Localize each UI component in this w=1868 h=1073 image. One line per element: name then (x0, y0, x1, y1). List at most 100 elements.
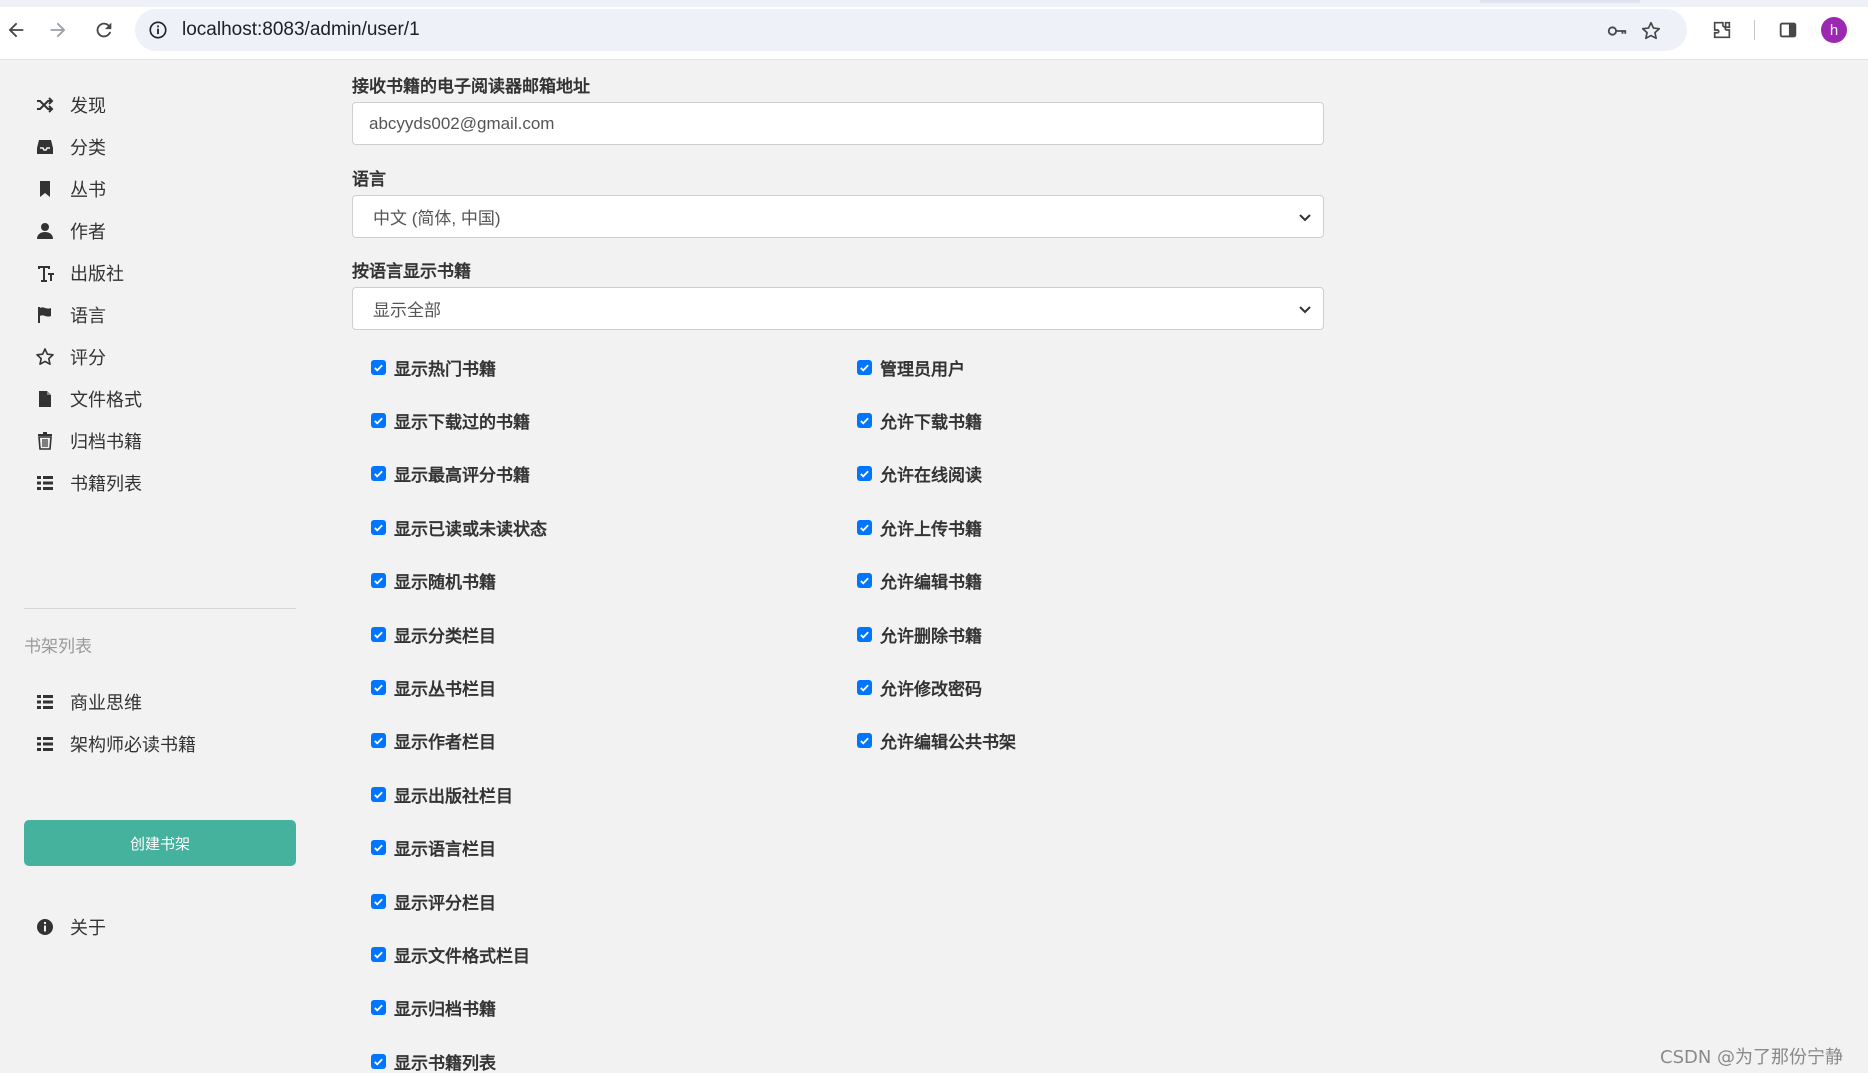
checkbox-row[interactable]: 允许修改密码 (857, 673, 982, 701)
checkbox-row[interactable]: 管理员用户 (857, 353, 965, 381)
forward-icon[interactable] (42, 14, 74, 46)
checkbox-checked[interactable] (371, 893, 386, 909)
checkbox-checked[interactable] (371, 679, 386, 695)
reload-icon[interactable] (88, 14, 120, 46)
checkbox-row[interactable]: 显示热门书籍 (371, 353, 496, 381)
sidebar-item-series[interactable]: 丛书 (34, 174, 106, 204)
sidebar-item-about[interactable]: 关于 (34, 912, 106, 942)
checkbox-checked[interactable] (371, 786, 386, 802)
sidebar-item-label: 出版社 (70, 264, 124, 285)
checkbox-row[interactable]: 允许上传书籍 (857, 513, 982, 541)
checkbox-checked[interactable] (857, 626, 872, 642)
language-label: 语言 (352, 170, 386, 190)
site-info-icon[interactable] (147, 19, 169, 41)
checkbox-row[interactable]: 允许编辑公共书架 (857, 727, 1016, 755)
sidebar-item-archived[interactable]: 归档书籍 (34, 426, 142, 456)
shelf-label: 架构师必读书籍 (70, 735, 196, 756)
checkbox-row[interactable]: 允许下载书籍 (857, 406, 982, 434)
sidebar-item-ratings[interactable]: 评分 (34, 342, 106, 372)
checkbox-checked[interactable] (371, 466, 386, 482)
checkbox-row[interactable]: 显示丛书栏目 (371, 673, 496, 701)
checkbox-checked[interactable] (857, 679, 872, 695)
sidebar-item-languages[interactable]: 语言 (34, 300, 106, 330)
checkbox-checked[interactable] (371, 359, 386, 375)
checkbox-checked[interactable] (857, 466, 872, 482)
shuffle-icon (34, 94, 56, 116)
language-select[interactable]: 中文 (简体, 中国) (352, 195, 1324, 238)
checkbox-checked[interactable] (857, 573, 872, 589)
email-field[interactable]: abcyyds002@gmail.com (352, 102, 1324, 145)
checkbox-checked[interactable] (857, 412, 872, 428)
checkbox-label: 显示热门书籍 (394, 359, 496, 380)
checkbox-row[interactable]: 显示出版社栏目 (371, 780, 513, 808)
checkbox-label: 显示书籍列表 (394, 1053, 496, 1073)
checkbox-checked[interactable] (371, 1000, 386, 1016)
checkbox-label: 允许下载书籍 (880, 412, 982, 433)
checkbox-checked[interactable] (857, 519, 872, 535)
checkbox-row[interactable]: 显示语言栏目 (371, 834, 496, 862)
list-icon (34, 733, 56, 755)
sidebar-item-categories[interactable]: 分类 (34, 132, 106, 162)
checkbox-row[interactable]: 显示随机书籍 (371, 567, 496, 595)
checkbox-label: 允许删除书籍 (880, 626, 982, 647)
sidebar-item-label: 归档书籍 (70, 432, 142, 453)
checkbox-checked[interactable] (371, 412, 386, 428)
email-value: abcyyds002@gmail.com (369, 113, 555, 133)
checkbox-label: 显示作者栏目 (394, 733, 496, 754)
sidebar-item-label: 语言 (70, 306, 106, 327)
back-icon[interactable] (0, 14, 32, 46)
bookmark-star-icon[interactable] (1639, 19, 1663, 43)
checkbox-row[interactable]: 允许删除书籍 (857, 620, 982, 648)
sidebar-item-discover[interactable]: 发现 (34, 90, 106, 120)
checkbox-checked[interactable] (857, 359, 872, 375)
checkbox-row[interactable]: 显示书籍列表 (371, 1047, 496, 1073)
extensions-icon[interactable] (1706, 14, 1738, 46)
checkbox-checked[interactable] (371, 946, 386, 962)
book-language-label: 按语言显示书籍 (352, 262, 471, 282)
checkbox-checked[interactable] (371, 733, 386, 749)
shelves-heading: 书架列表 (24, 637, 92, 657)
file-icon (34, 388, 56, 410)
checkbox-row[interactable]: 允许在线阅读 (857, 460, 982, 488)
checkbox-label: 显示丛书栏目 (394, 679, 496, 700)
side-panel-icon[interactable] (1772, 14, 1804, 46)
checkbox-row[interactable]: 显示作者栏目 (371, 727, 496, 755)
bookmark-icon (34, 178, 56, 200)
sidebar-item-publishers[interactable]: 出版社 (34, 258, 124, 288)
checkbox-checked[interactable] (371, 840, 386, 856)
language-selected-value: 中文 (简体, 中国) (373, 209, 501, 228)
toolbar-separator (1754, 20, 1755, 40)
book-language-select[interactable]: 显示全部 (352, 287, 1324, 330)
checkbox-row[interactable]: 显示归档书籍 (371, 994, 496, 1022)
checkbox-row[interactable]: 显示评分栏目 (371, 887, 496, 915)
checkbox-label: 显示归档书籍 (394, 1000, 496, 1021)
checkbox-checked[interactable] (857, 733, 872, 749)
sidebar-item-formats[interactable]: 文件格式 (34, 384, 142, 414)
sidebar-item-label: 丛书 (70, 180, 106, 201)
checkbox-checked[interactable] (371, 519, 386, 535)
checkbox-row[interactable]: 显示最高评分书籍 (371, 460, 530, 488)
checkbox-row[interactable]: 显示下载过的书籍 (371, 406, 530, 434)
checkbox-row[interactable]: 显示分类栏目 (371, 620, 496, 648)
checkbox-row[interactable]: 显示文件格式栏目 (371, 940, 530, 968)
shelf-label: 商业思维 (70, 693, 142, 714)
checkbox-checked[interactable] (371, 1053, 386, 1069)
checkbox-checked[interactable] (371, 626, 386, 642)
email-label: 接收书籍的电子阅读器邮箱地址 (352, 77, 590, 97)
create-shelf-button[interactable]: 创建书架 (24, 820, 296, 866)
checkbox-label: 允许编辑书籍 (880, 573, 982, 594)
address-bar[interactable]: localhost:8083/admin/user/1 (135, 9, 1687, 51)
checkbox-row[interactable]: 允许编辑书籍 (857, 567, 982, 595)
sidebar-item-book-list[interactable]: 书籍列表 (34, 468, 142, 498)
key-icon[interactable] (1605, 19, 1629, 43)
checkbox-row[interactable]: 显示已读或未读状态 (371, 513, 547, 541)
shelf-item[interactable]: 商业思维 (34, 687, 142, 717)
url-text[interactable]: localhost:8083/admin/user/1 (182, 19, 420, 41)
profile-avatar[interactable]: h (1821, 17, 1847, 43)
checkbox-label: 显示下载过的书籍 (394, 412, 530, 433)
shelf-item[interactable]: 架构师必读书籍 (34, 729, 196, 759)
chevron-down-icon (1297, 209, 1313, 225)
checkbox-label: 显示评分栏目 (394, 893, 496, 914)
checkbox-checked[interactable] (371, 573, 386, 589)
sidebar-item-authors[interactable]: 作者 (34, 216, 106, 246)
